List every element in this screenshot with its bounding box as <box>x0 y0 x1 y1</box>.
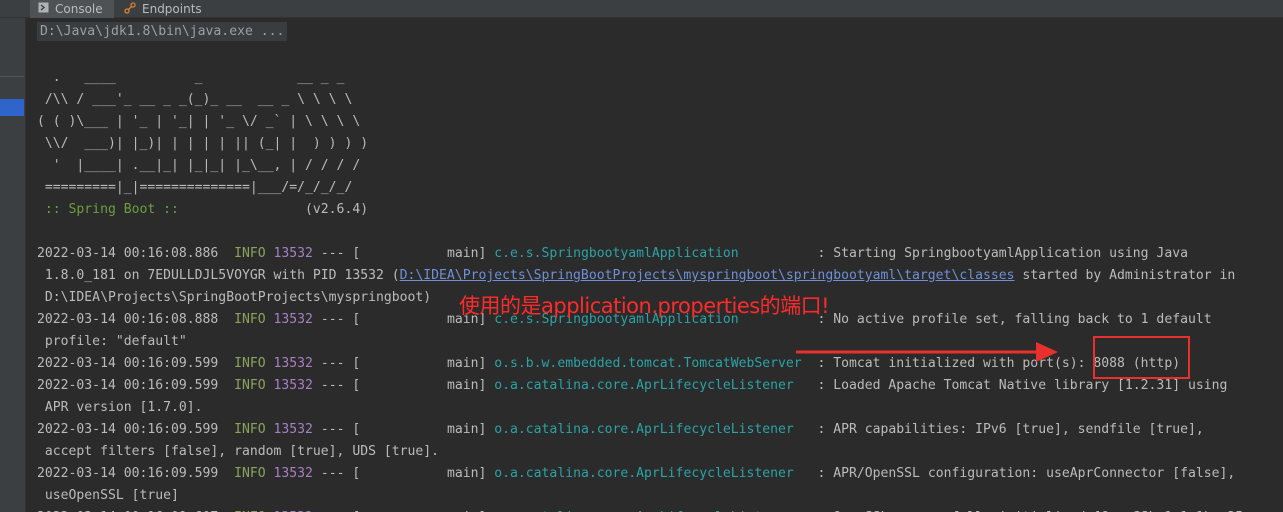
annotation-arrow <box>796 342 1058 362</box>
annotation-text: 使用的是application.properties的端口! <box>459 294 830 318</box>
annotation-highlight-box <box>1093 336 1190 379</box>
